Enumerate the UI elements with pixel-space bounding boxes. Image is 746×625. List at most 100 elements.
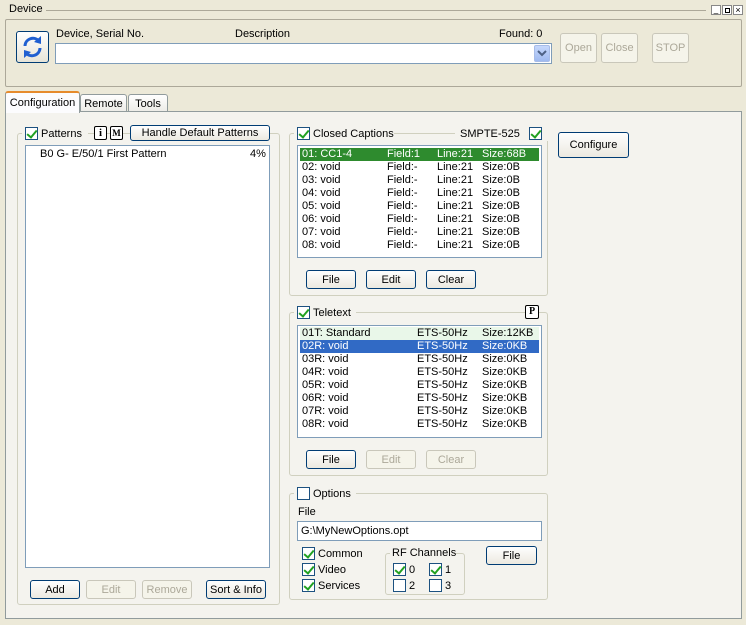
info-icon: i: [98, 127, 103, 139]
tt-standard: ETS-50Hz: [417, 353, 468, 365]
table-row[interactable]: 01: CC1-4 Field:1 Line:21 Size:68B: [300, 148, 539, 161]
cc-line: Line:21: [437, 239, 474, 251]
p-icon: P: [528, 306, 536, 317]
tt-standard: ETS-50Hz: [417, 340, 468, 352]
tt-id: 07R: void: [302, 405, 349, 417]
tt-file-button[interactable]: File: [306, 450, 356, 469]
tab-configuration[interactable]: Configuration: [5, 91, 80, 113]
tt-standard: ETS-50Hz: [417, 327, 468, 339]
table-row[interactable]: 05: void Field:- Line:21 Size:0B: [300, 200, 539, 213]
options-file-input[interactable]: [297, 521, 542, 541]
cc-file-button[interactable]: File: [306, 270, 356, 289]
tt-size: Size:0KB: [482, 392, 528, 404]
cc-id: 02: void: [302, 161, 341, 173]
teletext-checkbox[interactable]: [297, 306, 310, 319]
table-row[interactable]: 02: void Field:- Line:21 Size:0B: [300, 161, 539, 174]
table-row[interactable]: 02R: void ETS-50Hz Size:0KB: [300, 340, 539, 353]
refresh-button[interactable]: [16, 31, 49, 63]
stop-button[interactable]: STOP: [652, 33, 689, 63]
cc-size: Size:0B: [482, 187, 520, 199]
cc-size: Size:0B: [482, 174, 520, 186]
chevron-down-icon: [537, 50, 547, 57]
cc-id: 06: void: [302, 213, 341, 225]
tt-size: Size:0KB: [482, 353, 528, 365]
cc-standard: SMPTE-525: [460, 128, 520, 140]
dropdown-arrow-button[interactable]: [534, 45, 550, 62]
list-item[interactable]: B0 G- E/50/1 First Pattern 4%: [28, 148, 267, 161]
table-row[interactable]: 07: void Field:- Line:21 Size:0B: [300, 226, 539, 239]
tt-id: 01T: Standard: [302, 327, 371, 339]
restore-icon[interactable]: [722, 5, 732, 15]
cc-line: Line:21: [437, 226, 474, 238]
cc-field: Field:1: [387, 148, 421, 160]
rf-channels-label: RF Channels: [392, 547, 457, 559]
pattern-name: B0 G- E/50/1 First Pattern: [40, 148, 167, 160]
services-checkbox[interactable]: [302, 579, 315, 592]
table-row[interactable]: 07R: void ETS-50Hz Size:0KB: [300, 405, 539, 418]
table-row[interactable]: 06: void Field:- Line:21 Size:0B: [300, 213, 539, 226]
rf-channel-2-checkbox[interactable]: [393, 579, 406, 592]
tab-tools[interactable]: Tools: [128, 94, 168, 112]
closed-captions-list[interactable]: 01: CC1-4 Field:1 Line:21 Size:68B 02: void…: [297, 145, 542, 258]
cc-standard-checkbox[interactable]: [529, 127, 542, 140]
table-row[interactable]: 08R: void ETS-50Hz Size:0KB: [300, 418, 539, 431]
common-label: Common: [318, 548, 363, 560]
patterns-label: Patterns: [41, 128, 82, 140]
device-select[interactable]: [55, 43, 552, 64]
table-row[interactable]: 04R: void ETS-50Hz Size:0KB: [300, 366, 539, 379]
cc-size: Size:68B: [482, 148, 527, 160]
cc-field: Field:-: [387, 239, 418, 251]
table-row[interactable]: 04: void Field:- Line:21 Size:0B: [300, 187, 539, 200]
table-row[interactable]: 01T: Standard ETS-50Hz Size:12KB: [300, 327, 539, 340]
table-row[interactable]: 05R: void ETS-50Hz Size:0KB: [300, 379, 539, 392]
teletext-p-button[interactable]: P: [525, 305, 539, 319]
tab-remote[interactable]: Remote: [80, 94, 127, 112]
cc-id: 05: void: [302, 200, 341, 212]
tt-edit-button[interactable]: Edit: [366, 450, 416, 469]
cc-field: Field:-: [387, 200, 418, 212]
edit-pattern-button[interactable]: Edit: [86, 580, 136, 599]
table-row[interactable]: 06R: void ETS-50Hz Size:0KB: [300, 392, 539, 405]
tt-standard: ETS-50Hz: [417, 366, 468, 378]
minimize-icon[interactable]: _: [711, 5, 721, 15]
configure-button[interactable]: Configure: [558, 132, 629, 158]
tt-standard: ETS-50Hz: [417, 405, 468, 417]
options-checkbox[interactable]: [297, 487, 310, 500]
add-pattern-button[interactable]: Add: [30, 580, 80, 599]
cc-field: Field:-: [387, 174, 418, 186]
teletext-list[interactable]: 01T: Standard ETS-50Hz Size:12KB 02R: void…: [297, 325, 542, 438]
close-window-icon[interactable]: ×: [733, 5, 743, 15]
rf-channel-1-checkbox[interactable]: [429, 563, 442, 576]
cc-size: Size:0B: [482, 161, 520, 173]
cc-clear-button[interactable]: Clear: [426, 270, 476, 289]
tt-standard: ETS-50Hz: [417, 392, 468, 404]
tt-id: 04R: void: [302, 366, 349, 378]
m-button[interactable]: M: [110, 126, 123, 140]
rf-channel-label: 1: [445, 564, 452, 576]
m-icon: M: [112, 128, 121, 138]
cc-line: Line:21: [437, 174, 474, 186]
rf-channel-0-checkbox[interactable]: [393, 563, 406, 576]
sort-info-button[interactable]: Sort & Info: [206, 580, 266, 599]
cc-field: Field:-: [387, 213, 418, 225]
tt-clear-button[interactable]: Clear: [426, 450, 476, 469]
rf-channel-3-checkbox[interactable]: [429, 579, 442, 592]
open-button[interactable]: Open: [560, 33, 597, 63]
patterns-checkbox[interactable]: [25, 127, 38, 140]
options-label: Options: [313, 488, 351, 500]
closed-captions-checkbox[interactable]: [297, 127, 310, 140]
close-device-button[interactable]: Close: [601, 33, 638, 63]
remove-pattern-button[interactable]: Remove: [142, 580, 192, 599]
table-row[interactable]: 03R: void ETS-50Hz Size:0KB: [300, 353, 539, 366]
table-row[interactable]: 03: void Field:- Line:21 Size:0B: [300, 174, 539, 187]
patterns-list[interactable]: B0 G- E/50/1 First Pattern 4%: [25, 145, 270, 568]
video-checkbox[interactable]: [302, 563, 315, 576]
info-button[interactable]: i: [94, 126, 107, 140]
cc-field: Field:-: [387, 187, 418, 199]
table-row[interactable]: 08: void Field:- Line:21 Size:0B: [300, 239, 539, 252]
tt-size: Size:0KB: [482, 379, 528, 391]
options-file-button[interactable]: File: [486, 546, 537, 565]
handle-default-patterns-button[interactable]: Handle Default Patterns: [130, 125, 270, 141]
common-checkbox[interactable]: [302, 547, 315, 560]
cc-edit-button[interactable]: Edit: [366, 270, 416, 289]
